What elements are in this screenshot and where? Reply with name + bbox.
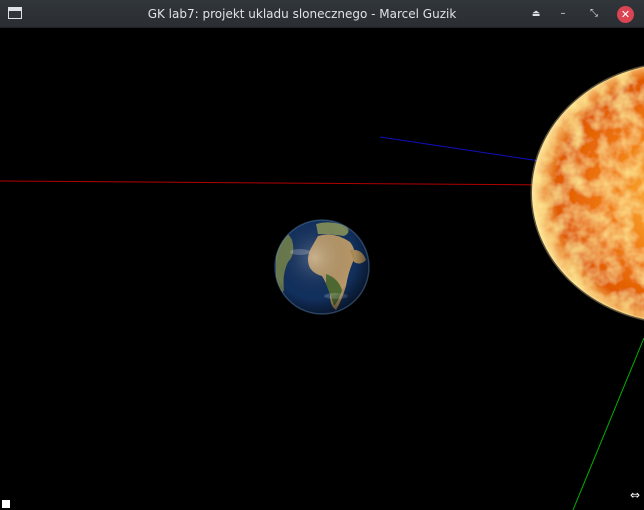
window-icon[interactable] bbox=[8, 7, 22, 19]
minimize-button[interactable]: – bbox=[554, 5, 572, 23]
opengl-viewport[interactable] bbox=[0, 28, 644, 510]
app-window: GK lab7: projekt ukladu slonecznego - Ma… bbox=[0, 0, 644, 510]
window-title: GK lab7: projekt ukladu slonecznego - Ma… bbox=[147, 7, 457, 21]
close-button[interactable]: ✕ bbox=[617, 6, 634, 23]
y-axis-line bbox=[572, 337, 644, 510]
title-bar[interactable]: GK lab7: projekt ukladu slonecznego - Ma… bbox=[0, 0, 644, 28]
earth bbox=[274, 219, 370, 315]
x-axis-line bbox=[0, 180, 554, 186]
minimize-icon: – bbox=[560, 8, 566, 19]
maximize-button[interactable]: ⤡ bbox=[585, 5, 603, 23]
keep-above-button[interactable]: ⏏ bbox=[527, 5, 545, 23]
restore-icon: ⤡ bbox=[590, 8, 598, 19]
close-icon: ✕ bbox=[620, 8, 631, 21]
keep-above-icon: ⏏ bbox=[531, 9, 541, 19]
z-axis-line bbox=[379, 136, 541, 162]
resize-cursor-icon: ⇔ bbox=[629, 488, 641, 502]
sun bbox=[530, 65, 644, 321]
corner-marker bbox=[2, 500, 10, 508]
